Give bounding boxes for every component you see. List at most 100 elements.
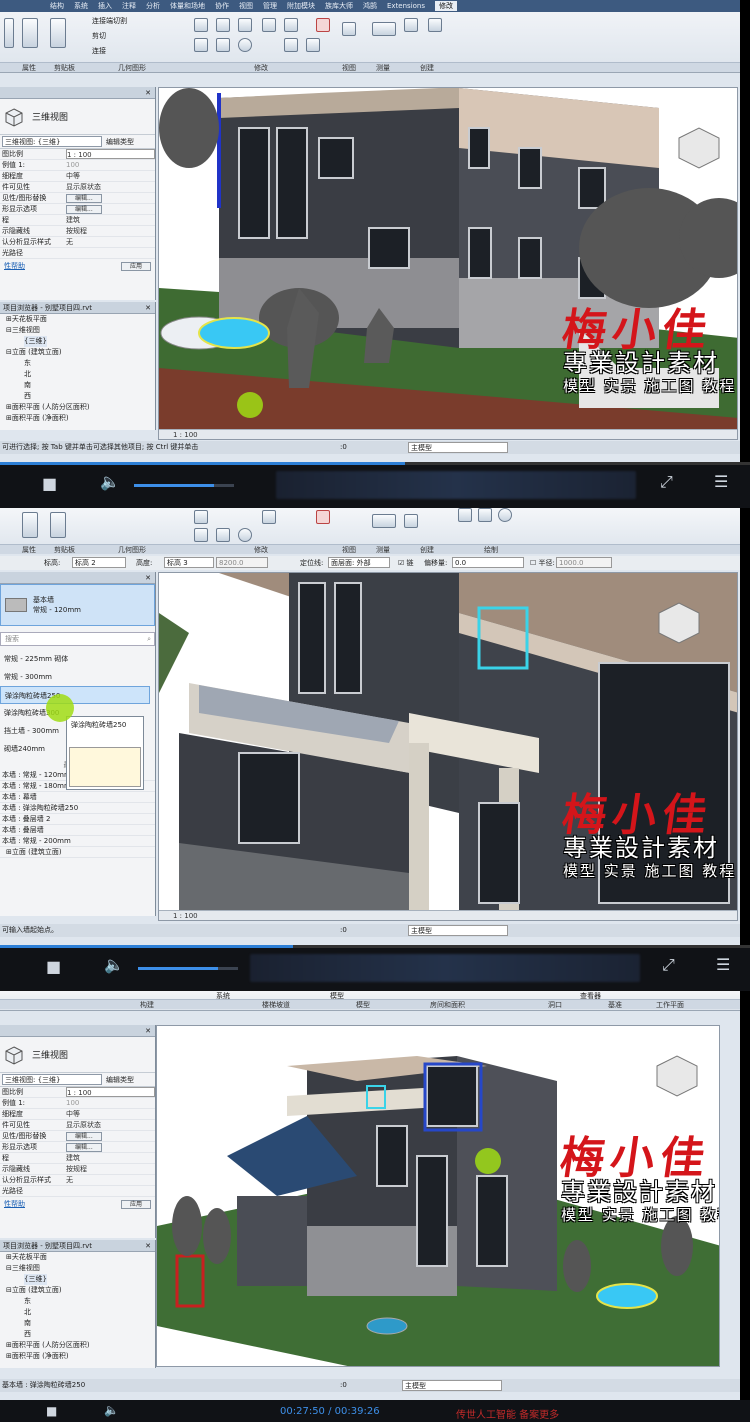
- fullscreen-icon[interactable]: ⤢: [662, 955, 675, 975]
- recent-item[interactable]: 本墙 : 常规 - 200mm: [0, 836, 155, 847]
- tree-item[interactable]: ⊞ 立面 (建筑立面): [0, 847, 155, 858]
- tab-addins[interactable]: 附加模块: [287, 1, 315, 11]
- prop-value[interactable]: 无: [66, 237, 155, 247]
- cut-join-label[interactable]: 连接端切割: [92, 16, 127, 26]
- offset-icon[interactable]: [216, 18, 230, 32]
- delete-icon[interactable]: [316, 18, 330, 32]
- close-icon[interactable]: ✕: [145, 87, 151, 99]
- apply-button[interactable]: 应用: [120, 261, 151, 271]
- edit-type-button[interactable]: 编辑类型: [106, 137, 134, 147]
- mirror-icon[interactable]: [238, 18, 252, 32]
- prop-value[interactable]: 建筑: [66, 215, 155, 225]
- tab-massing[interactable]: 体量和场地: [170, 1, 205, 11]
- stop-icon[interactable]: ■: [42, 474, 57, 493]
- create-similar-icon[interactable]: [428, 18, 442, 32]
- radius-field[interactable]: 1000.0: [556, 557, 612, 568]
- view-selector[interactable]: 三维视图: {三维}: [2, 1074, 102, 1085]
- volume-slider[interactable]: [138, 967, 238, 970]
- tree-item[interactable]: ⊞ 面积平面 (净面积): [0, 1351, 155, 1362]
- recent-item[interactable]: 本墙 : 叠层墙: [0, 825, 155, 836]
- properties-help-link[interactable]: 性帮助: [4, 1199, 25, 1209]
- trim-icon[interactable]: [262, 18, 276, 32]
- offset-field[interactable]: 0.0: [452, 557, 524, 568]
- prop-value[interactable]: 显示原状态: [66, 182, 155, 192]
- join-label[interactable]: 连接: [92, 46, 106, 56]
- tree-item[interactable]: 西: [0, 1329, 155, 1340]
- prop-value[interactable]: 显示原状态: [66, 1120, 155, 1130]
- split-icon[interactable]: [284, 18, 298, 32]
- type-selector[interactable]: 三维视图: [0, 1037, 155, 1073]
- tree-item[interactable]: ⊟ 立面 (建筑立面): [0, 347, 155, 358]
- close-icon[interactable]: ✕: [145, 1240, 151, 1252]
- move-icon[interactable]: [194, 528, 208, 542]
- tree-item[interactable]: ⊞ 天花板平面: [0, 314, 155, 325]
- tab-collaborate[interactable]: 协作: [215, 1, 229, 11]
- draw-line-icon[interactable]: [458, 508, 472, 522]
- prop-value[interactable]: 中等: [66, 1109, 155, 1119]
- type-search-field[interactable]: 搜索 ⌕: [0, 632, 155, 646]
- playlist-icon[interactable]: ☰: [716, 955, 730, 974]
- measure-icon[interactable]: [372, 22, 396, 36]
- graphic-edit-button[interactable]: 编辑...: [66, 205, 102, 214]
- stop-icon[interactable]: ■: [46, 957, 61, 976]
- height-dropdown[interactable]: 标高 3: [164, 557, 214, 568]
- prop-value[interactable]: 建筑: [66, 1153, 155, 1163]
- volume-icon[interactable]: 🔈: [104, 955, 124, 974]
- fullscreen-icon[interactable]: ⤢: [660, 472, 673, 492]
- tree-item[interactable]: 东: [0, 358, 155, 369]
- tab-honghu[interactable]: 鸿鹄: [363, 1, 377, 11]
- tab-manage[interactable]: 管理: [263, 1, 277, 11]
- playlist-icon[interactable]: ☰: [714, 472, 728, 491]
- view-selector[interactable]: 三维视图: {三维}: [2, 136, 102, 147]
- type-selector[interactable]: 三维视图: [0, 99, 155, 135]
- seek-bar[interactable]: [0, 945, 750, 948]
- recent-item[interactable]: 本墙 : 弹涂陶粒砖墙250: [0, 803, 155, 814]
- graphic-edit-button[interactable]: 编辑...: [66, 1143, 102, 1152]
- recent-item[interactable]: 本墙 : 叠层墙 2: [0, 814, 155, 825]
- scale-icon[interactable]: [306, 38, 320, 52]
- cut-label[interactable]: 剪切: [92, 31, 106, 41]
- prop-value[interactable]: [66, 248, 155, 258]
- level-dropdown[interactable]: 标高 2: [72, 557, 126, 568]
- tree-item[interactable]: ⊟ 立面 (建筑立面): [0, 1285, 155, 1296]
- stop-icon[interactable]: ■: [46, 1404, 57, 1418]
- paste-icon[interactable]: [50, 512, 66, 538]
- tab-annotate[interactable]: 注释: [122, 1, 136, 11]
- chain-checkbox[interactable]: 链: [407, 559, 414, 567]
- prop-value[interactable]: 中等: [66, 171, 155, 181]
- trim-icon[interactable]: [262, 510, 276, 524]
- tab-systems[interactable]: 系统: [74, 1, 88, 11]
- model-selector[interactable]: 主模型: [408, 442, 508, 453]
- tree-item[interactable]: {三维}: [0, 1274, 155, 1285]
- tab-analyze[interactable]: 分析: [146, 1, 160, 11]
- align-icon[interactable]: [194, 18, 208, 32]
- view-scale[interactable]: 1 : 100: [173, 431, 198, 439]
- model-selector[interactable]: 主模型: [408, 925, 508, 936]
- vg-edit-button[interactable]: 编辑...: [66, 194, 102, 203]
- edit-type-button[interactable]: 编辑类型: [106, 1075, 134, 1085]
- tree-item[interactable]: {三维}: [0, 336, 155, 347]
- tab-view[interactable]: 视图: [239, 1, 253, 11]
- properties-help-link[interactable]: 性帮助: [4, 261, 25, 271]
- measure-icon[interactable]: [372, 514, 396, 528]
- view-scale-field[interactable]: 1 : 100: [66, 149, 155, 159]
- tab-extensions[interactable]: Extensions: [387, 2, 425, 10]
- ribbon-label[interactable]: 查看器: [580, 991, 601, 1001]
- properties-icon[interactable]: [22, 512, 38, 538]
- tab-structure[interactable]: 结构: [50, 1, 64, 11]
- create-group-icon[interactable]: [404, 18, 418, 32]
- paste-icon[interactable]: [50, 18, 66, 48]
- delete-icon[interactable]: [316, 510, 330, 524]
- recent-item[interactable]: 本墙 : 幕墙: [0, 792, 155, 803]
- tree-item[interactable]: ⊞ 天花板平面: [0, 1252, 155, 1263]
- tree-item[interactable]: 南: [0, 380, 155, 391]
- 3d-viewport[interactable]: 梅小佳 專業設計素材 模型 实景 施工图 教程: [156, 1025, 720, 1367]
- prop-value[interactable]: 无: [66, 1175, 155, 1185]
- tree-item[interactable]: 南: [0, 1318, 155, 1329]
- tree-item[interactable]: 北: [0, 1307, 155, 1318]
- copy-icon[interactable]: [216, 38, 230, 52]
- create-icon[interactable]: [404, 514, 418, 528]
- ribbon-label[interactable]: 系统: [216, 991, 230, 1001]
- list-item-selected[interactable]: 弹涂陶粒砖墙250: [0, 686, 150, 704]
- copy-icon[interactable]: [216, 528, 230, 542]
